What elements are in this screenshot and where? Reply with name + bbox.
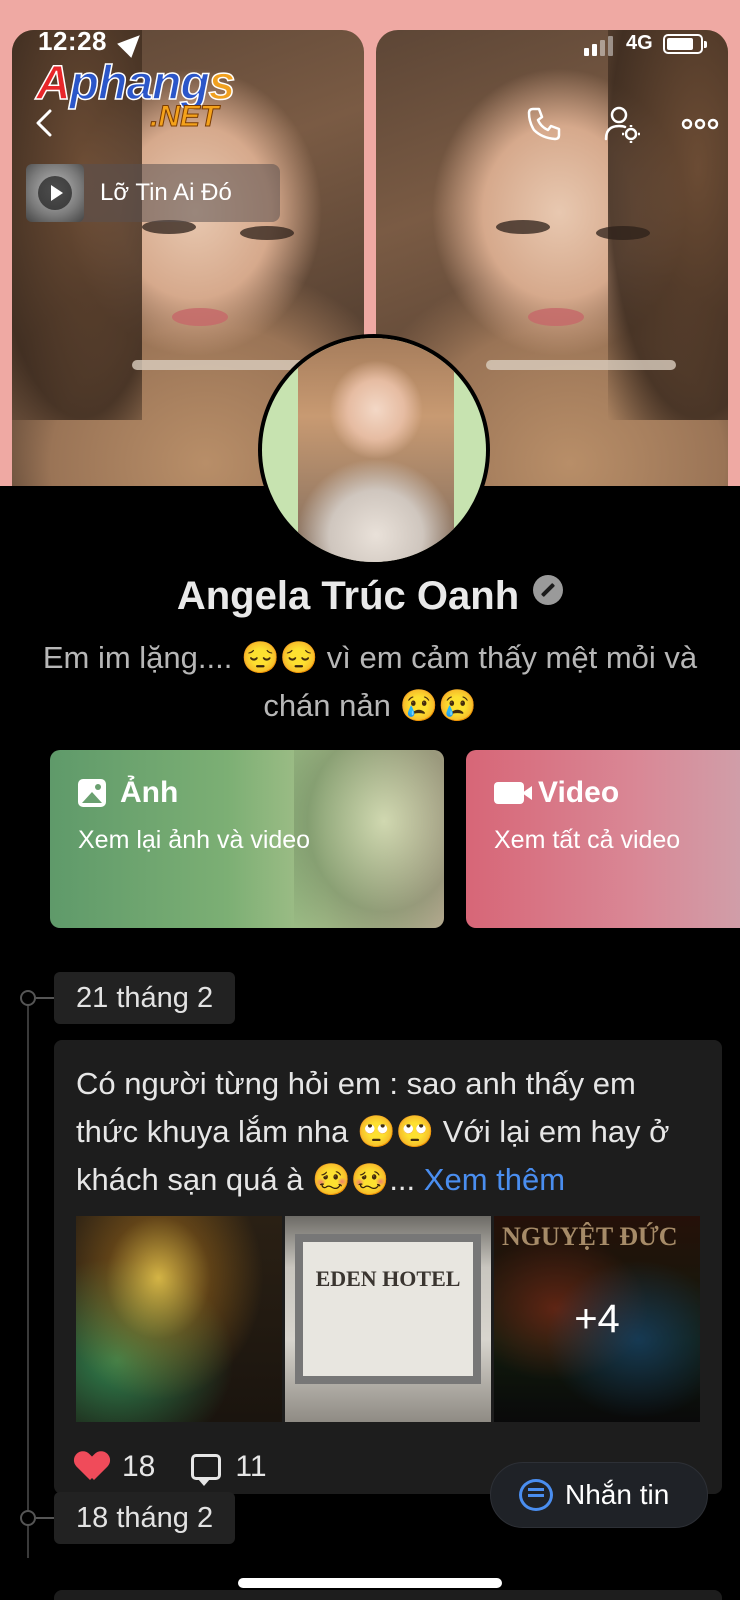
message-button-label: Nhắn tin [565, 1479, 670, 1510]
timeline-post[interactable]: Có người từng hỏi em : sao anh thấy em t… [54, 1040, 722, 1494]
see-more-link[interactable]: Xem thêm [424, 1162, 565, 1197]
edit-pencil-icon[interactable] [533, 574, 564, 605]
timeline-dot [20, 1510, 36, 1526]
photos-card[interactable]: Ảnh Xem lại ảnh và video [50, 750, 444, 928]
post-image[interactable] [76, 1216, 282, 1422]
battery-icon [663, 34, 707, 54]
chat-bubble-icon [519, 1479, 553, 1511]
watermark-logo: Aphangs .NET [35, 56, 236, 133]
play-icon[interactable] [38, 176, 72, 210]
profile-bio: Em im lặng.... 😔😔 vì em cảm thấy mệt mỏi… [42, 640, 698, 723]
music-cover [26, 164, 84, 222]
home-indicator[interactable] [238, 1578, 502, 1588]
phone-icon[interactable] [524, 104, 564, 144]
music-title: Lỡ Tin Ai Đó [100, 179, 232, 206]
like-count: 18 [122, 1450, 156, 1483]
timeline-date-chip: 21 tháng 2 [54, 972, 236, 1024]
status-time: 12:28 [38, 26, 107, 56]
videos-card-title: Video [538, 776, 620, 809]
post-image[interactable]: NGUYỆT ĐỨC +4 [494, 1216, 700, 1422]
photos-card-subtitle: Xem lại ảnh và video [78, 826, 311, 854]
videos-card-subtitle: Xem tất cả video [494, 826, 681, 854]
comment-count: 11 [235, 1450, 267, 1483]
profile-name: Angela Trúc Oanh [176, 574, 520, 618]
timeline-line [27, 998, 29, 1558]
message-button[interactable]: Nhắn tin [490, 1462, 708, 1528]
image-icon [78, 779, 106, 807]
network-type: 4G [626, 32, 653, 54]
heart-icon[interactable] [76, 1452, 108, 1482]
timeline-dot [20, 990, 36, 1006]
videos-card[interactable]: Video Xem tất cả video [466, 750, 740, 928]
user-settings-icon[interactable] [602, 104, 642, 144]
photos-card-title: Ảnh [120, 776, 179, 809]
timeline-date-chip: 18 tháng 2 [54, 1492, 236, 1544]
post-image-grid: EDEN HOTEL NGUYỆT ĐỨC +4 [76, 1216, 700, 1422]
post-actions: 18 11 [76, 1450, 267, 1486]
hotel-sign-text: EDEN HOTEL [315, 1266, 461, 1291]
signal-strength-icon [584, 36, 613, 56]
back-icon[interactable] [30, 108, 60, 138]
post-text: Có người từng hỏi em : sao anh thấy em t… [76, 1066, 670, 1197]
more-icon[interactable] [680, 104, 720, 144]
timeline-post[interactable] [54, 1590, 722, 1600]
avatar[interactable] [258, 334, 490, 566]
video-camera-icon [494, 782, 532, 804]
comment-icon[interactable] [191, 1454, 222, 1486]
profile-music-chip[interactable]: Lỡ Tin Ai Đó [26, 164, 280, 222]
more-images-count: +4 [494, 1216, 700, 1422]
post-image[interactable]: EDEN HOTEL [285, 1216, 491, 1422]
